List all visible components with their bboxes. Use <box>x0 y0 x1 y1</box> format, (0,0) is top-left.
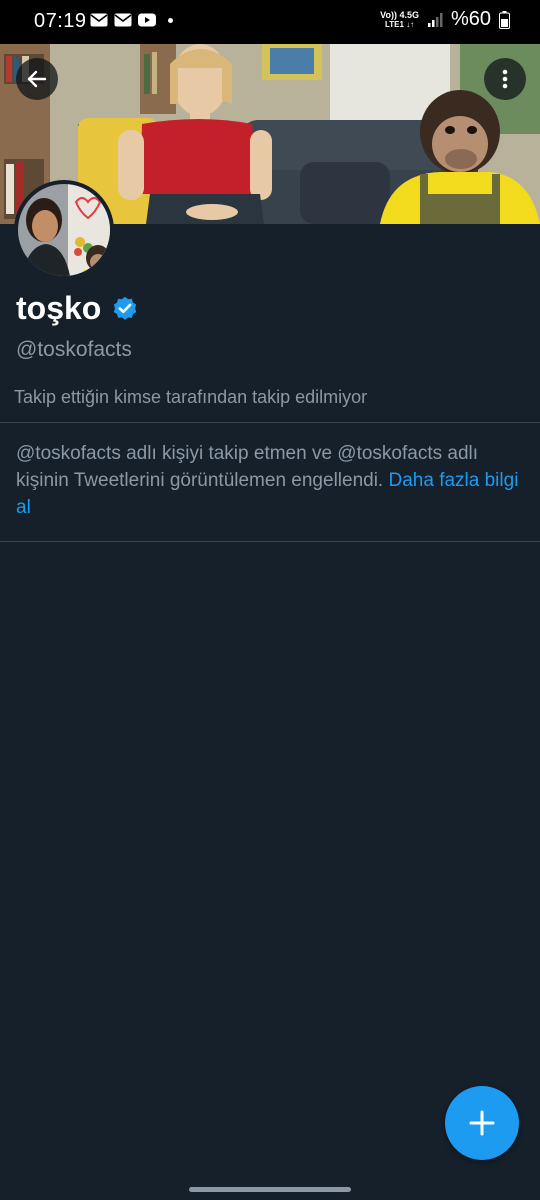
divider-top <box>0 422 540 423</box>
status-right: Vo)) 4.5G LTE1 ↓↑ %60 <box>380 8 510 31</box>
network-indicator: Vo)) 4.5G LTE1 ↓↑ <box>380 10 419 29</box>
dot-icon <box>168 17 173 23</box>
follow-context-note[interactable]: Takip ettiğin kimse tarafından takip edi… <box>14 387 367 408</box>
youtube-icon <box>138 13 156 27</box>
avatar[interactable] <box>18 184 110 276</box>
battery-icon <box>499 10 510 29</box>
mail-icon <box>90 13 108 27</box>
back-button[interactable] <box>16 58 58 100</box>
avatar-image <box>18 184 110 276</box>
profile-handle: @toskofacts <box>16 338 132 361</box>
battery-percent: %60 <box>450 8 491 30</box>
signal-icon <box>427 12 443 27</box>
profile-screen: 07:19 Vo)) 4.5G LTE1 ↓↑ %60 toşko @tosko… <box>0 0 540 1200</box>
notification-icons <box>90 13 173 27</box>
plus-icon <box>469 1110 495 1136</box>
more-vertical-icon <box>502 69 508 89</box>
avatar-frame[interactable] <box>14 180 114 280</box>
divider-bottom <box>0 541 540 542</box>
home-indicator[interactable] <box>189 1187 351 1192</box>
more-options-button[interactable] <box>484 58 526 100</box>
verified-badge-icon[interactable] <box>111 295 139 323</box>
arrow-left-icon <box>27 70 47 88</box>
display-name-row: toşko <box>16 290 139 327</box>
status-bar: 07:19 Vo)) 4.5G LTE1 ↓↑ %60 <box>0 0 540 44</box>
compose-tweet-button[interactable] <box>445 1086 519 1160</box>
mail-icon <box>114 13 132 27</box>
network-bottom: LTE1 ↓↑ <box>384 20 415 29</box>
blocked-message: @toskofacts adlı kişiyi takip etmen ve @… <box>16 440 528 521</box>
status-time: 07:19 <box>34 10 87 32</box>
network-top: Vo)) 4.5G <box>380 10 419 20</box>
display-name: toşko <box>16 290 102 326</box>
